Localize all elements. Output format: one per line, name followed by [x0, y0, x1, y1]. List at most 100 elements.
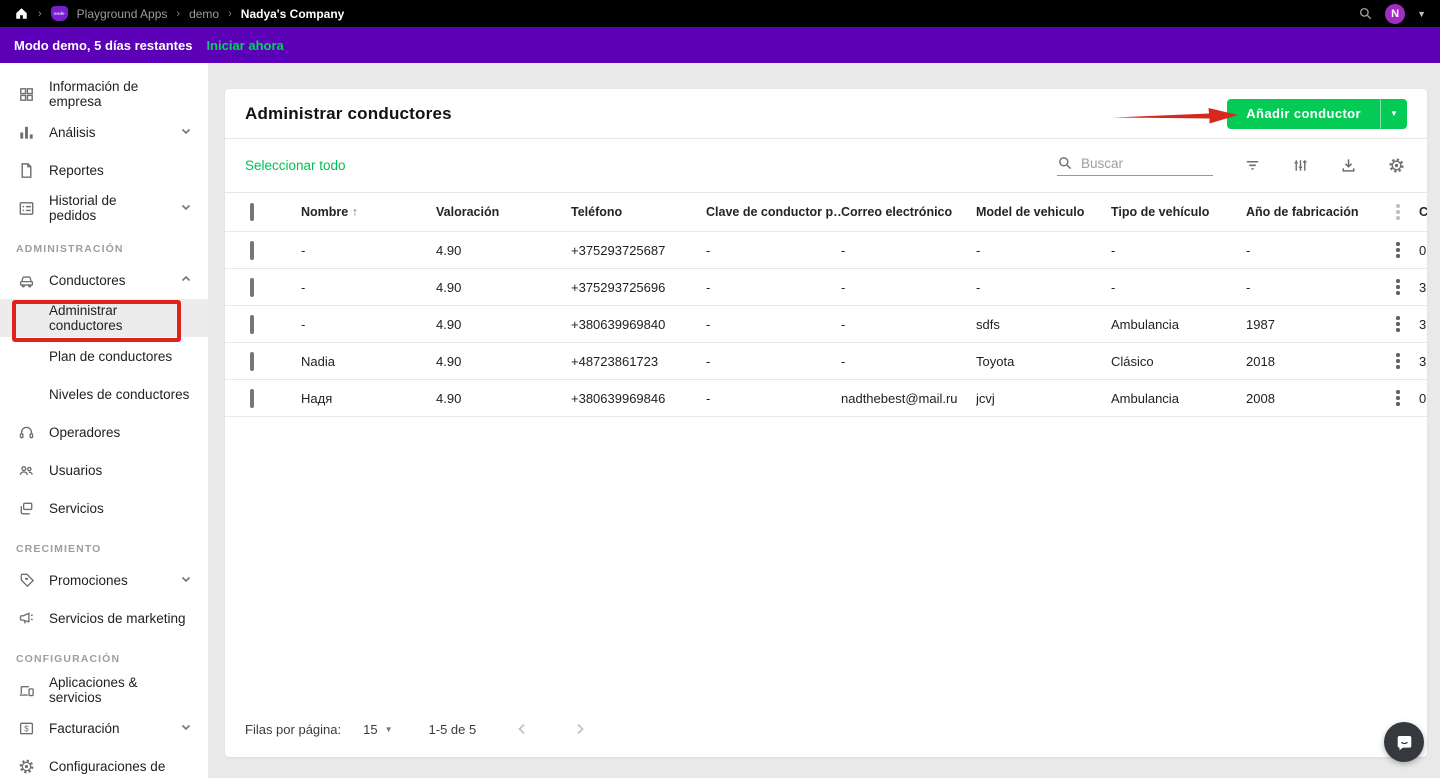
- cell-clipped: 0: [1419, 242, 1427, 258]
- cell-ano: 1987: [1246, 316, 1275, 332]
- sidebar-item-label: Niveles de conductores: [49, 386, 190, 402]
- add-driver-button-group: Añadir conductor ▼: [1227, 98, 1407, 129]
- table-row: - 4.90 +375293725687 - - - - - 0: [225, 232, 1427, 269]
- cell-telefono: +380639969840: [571, 316, 666, 332]
- select-all-checkbox[interactable]: [250, 203, 254, 221]
- page-range: 1-5 de 5: [428, 721, 477, 737]
- cell-ano: 2008: [1246, 390, 1275, 406]
- breadcrumb-playground-apps[interactable]: Playground Apps: [77, 7, 168, 21]
- sidebar-item-servicios-de-marketing[interactable]: Servicios de marketing: [0, 599, 208, 637]
- sidebar-item-label: Promociones: [49, 572, 128, 588]
- row-checkbox[interactable]: [250, 388, 254, 408]
- sidebar-item-historial-de-pedidos[interactable]: Historial de pedidos: [0, 189, 208, 227]
- sidebar-item-label: Servicios: [49, 500, 104, 516]
- cell-clave: -: [706, 279, 711, 295]
- search-icon: [1057, 155, 1073, 171]
- sidebar-item-label: Administrar conductores: [49, 303, 123, 333]
- card-header: Administrar conductores Añadir conductor…: [225, 89, 1427, 139]
- devices-icon: [16, 680, 36, 700]
- select-all-link[interactable]: Seleccionar todo: [245, 158, 346, 173]
- avatar[interactable]: N: [1385, 3, 1406, 24]
- sidebar-item-reportes[interactable]: Reportes: [0, 151, 208, 189]
- column-menu-icon[interactable]: [1394, 202, 1402, 222]
- filter-icon[interactable]: [1241, 155, 1263, 177]
- sidebar-item-niveles-de-conductores[interactable]: Niveles de conductores: [0, 375, 208, 413]
- cell-model: -: [976, 279, 981, 295]
- row-checkbox[interactable]: [250, 351, 254, 371]
- sidebar-item-servicios[interactable]: Servicios: [0, 489, 208, 527]
- cell-correo: -: [841, 242, 846, 258]
- start-now-link[interactable]: Iniciar ahora: [206, 38, 283, 53]
- tune-icon[interactable]: [1289, 155, 1311, 177]
- download-icon[interactable]: [1337, 155, 1359, 177]
- chevron-down-icon[interactable]: ▼: [1417, 9, 1426, 19]
- column-header-nombre[interactable]: Nombre ↑: [301, 205, 436, 219]
- table-row: - 4.90 +375293725696 - - - - - 3: [225, 269, 1427, 306]
- row-menu-icon[interactable]: [1394, 277, 1402, 297]
- sidebar-item-label: Historial de pedidos: [49, 193, 117, 223]
- cell-model: sdfs: [976, 316, 1000, 332]
- chat-launcher-button[interactable]: [1384, 722, 1424, 762]
- sidebar-section-crecimiento: CRECIMIENTO: [16, 543, 102, 555]
- cell-telefono: +375293725687: [571, 242, 666, 258]
- breadcrumb-demo[interactable]: demo: [189, 7, 219, 21]
- cell-tipo: Ambulancia: [1111, 390, 1179, 406]
- sidebar-item-label: Configuraciones de: [49, 758, 166, 774]
- search-icon[interactable]: [1358, 6, 1373, 21]
- rows-per-page-select[interactable]: 15 ▼: [363, 722, 392, 737]
- row-menu-icon[interactable]: [1394, 351, 1402, 371]
- breadcrumb-separator: ›: [176, 7, 181, 20]
- breadcrumb-company[interactable]: Nadya's Company: [241, 7, 345, 21]
- next-page-button[interactable]: [568, 717, 592, 741]
- sidebar-item-label: Reportes: [49, 162, 104, 178]
- layers-icon: [16, 498, 36, 518]
- add-driver-dropdown-button[interactable]: ▼: [1380, 98, 1407, 129]
- gear-icon[interactable]: [1385, 155, 1407, 177]
- column-header-model: Model de vehiculo: [976, 205, 1085, 219]
- row-checkbox[interactable]: [250, 240, 254, 260]
- previous-page-button[interactable]: [510, 717, 534, 741]
- sidebar-item-aplicaciones-servicios[interactable]: Aplicaciones & servicios: [0, 671, 208, 709]
- column-header-telefono: Teléfono: [571, 205, 623, 219]
- cell-ano: -: [1246, 242, 1251, 258]
- sidebar-item-administrar-conductores[interactable]: Administrar conductores: [0, 299, 208, 337]
- chevron-down-icon: ▼: [384, 724, 393, 734]
- cell-model: Toyota: [976, 353, 1015, 369]
- add-driver-button[interactable]: Añadir conductor: [1227, 98, 1380, 129]
- cell-nombre: -: [301, 279, 306, 295]
- cell-tipo: -: [1111, 242, 1116, 258]
- row-checkbox[interactable]: [250, 277, 254, 297]
- sidebar-item-promociones[interactable]: Promociones: [0, 561, 208, 599]
- sidebar-item-plan-de-conductores[interactable]: Plan de conductores: [0, 337, 208, 375]
- column-header-clipped: C: [1419, 205, 1427, 219]
- sidebar-item-analisis[interactable]: Análisis: [0, 113, 208, 151]
- cell-tipo: Clásico: [1111, 353, 1154, 369]
- row-checkbox[interactable]: [250, 314, 254, 334]
- demo-banner: Modo demo, 5 días restantes Iniciar ahor…: [0, 27, 1440, 63]
- search-input[interactable]: [1081, 155, 1201, 171]
- sidebar-item-informacion-de-empresa[interactable]: Información de empresa: [0, 75, 208, 113]
- sidebar-item-label: Operadores: [49, 424, 121, 440]
- sidebar-item-label: Plan de conductores: [49, 348, 173, 364]
- sidebar-item-operadores[interactable]: Operadores: [0, 413, 208, 451]
- cell-ano: 2018: [1246, 353, 1275, 369]
- cell-valoracion: 4.90: [436, 279, 462, 295]
- sidebar-item-usuarios[interactable]: Usuarios: [0, 451, 208, 489]
- sidebar-item-label: Facturación: [49, 720, 120, 736]
- topbar: › onde Playground Apps › demo › Nadya's …: [0, 0, 1440, 27]
- sidebar-item-facturacion[interactable]: $ Facturación: [0, 709, 208, 747]
- page-title: Administrar conductores: [245, 103, 452, 123]
- row-menu-icon[interactable]: [1394, 388, 1402, 408]
- cell-nombre: -: [301, 242, 306, 258]
- home-icon[interactable]: [14, 6, 29, 21]
- sidebar-item-conductores[interactable]: Conductores: [0, 261, 208, 299]
- row-menu-icon[interactable]: [1394, 314, 1402, 334]
- chevron-down-icon: [180, 125, 192, 140]
- cell-correo: -: [841, 279, 846, 295]
- cell-clipped: 0: [1419, 390, 1427, 406]
- sidebar-item-configuraciones-de[interactable]: Configuraciones de: [0, 747, 208, 778]
- column-header-valoracion: Valoración: [436, 205, 500, 219]
- cell-valoracion: 4.90: [436, 316, 462, 332]
- row-menu-icon[interactable]: [1394, 240, 1402, 260]
- sidebar-item-label: Información de empresa: [49, 79, 139, 109]
